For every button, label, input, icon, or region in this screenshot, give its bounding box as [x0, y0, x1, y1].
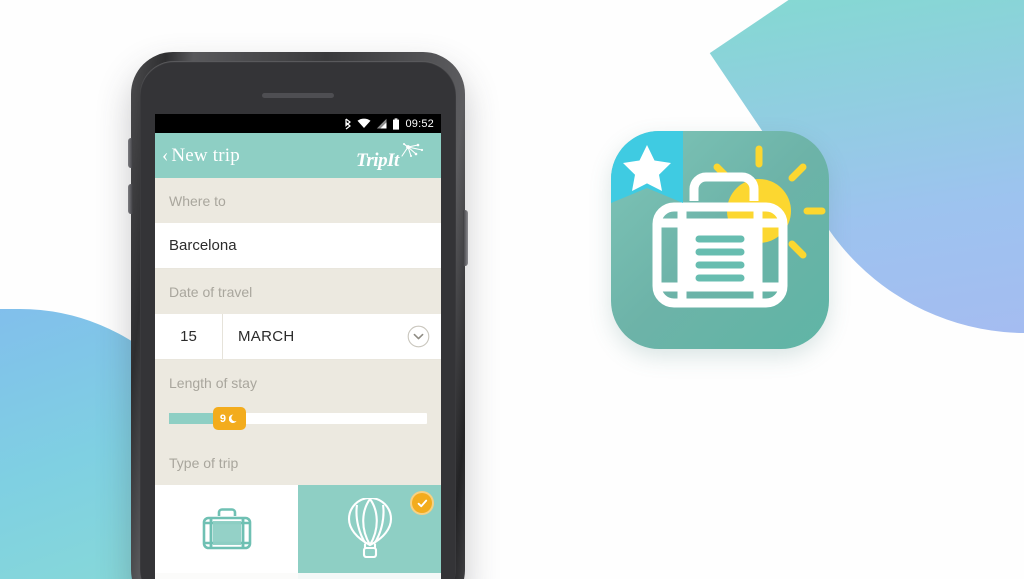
power-button[interactable]	[463, 210, 468, 266]
date-of-travel-row: 15 MARCH	[155, 314, 441, 360]
type-of-trip-captions: Business Leisure	[155, 573, 441, 579]
travel-app-icon[interactable]	[611, 131, 829, 349]
cellular-signal-icon	[377, 118, 387, 129]
bluetooth-icon	[345, 118, 352, 129]
slider-track[interactable]: 9	[169, 407, 427, 430]
trip-type-caption-business: Business	[155, 573, 298, 579]
length-of-stay-slider[interactable]: 9	[155, 405, 441, 440]
where-to-input[interactable]: Barcelona	[155, 223, 441, 269]
hot-air-balloon-icon	[347, 498, 392, 559]
slider-value: 9	[219, 412, 226, 425]
selected-badge	[410, 491, 434, 515]
phone-screen: 09:52 ‹ New trip TripIt Where to Barcelo…	[155, 114, 441, 579]
page-title: New trip	[171, 144, 240, 166]
status-bar-clock: 09:52	[405, 117, 434, 130]
slider-thumb[interactable]: 9	[212, 407, 246, 430]
volume-up-button[interactable]	[128, 138, 133, 168]
type-of-trip-options	[155, 485, 441, 573]
trip-type-caption-leisure: Leisure	[298, 573, 441, 579]
where-to-label: Where to	[155, 178, 441, 223]
date-month-select[interactable]: MARCH	[223, 314, 395, 359]
trip-type-option-leisure[interactable]	[298, 485, 441, 573]
type-of-trip-label: Type of trip	[155, 440, 441, 485]
length-of-stay-label: Length of stay	[155, 360, 441, 405]
wifi-icon	[357, 118, 371, 128]
moon-icon	[228, 414, 237, 423]
screenshot-canvas: 09:52 ‹ New trip TripIt Where to Barcelo…	[0, 0, 1024, 579]
app-bar: ‹ New trip TripIt	[155, 133, 441, 178]
trip-type-option-business[interactable]	[155, 485, 298, 573]
star-ribbon	[611, 131, 683, 203]
tripit-logo-text: TripIt	[356, 150, 399, 171]
earpiece-speaker	[262, 93, 334, 98]
back-button[interactable]: ‹	[162, 146, 168, 165]
status-bar: 09:52	[155, 114, 441, 133]
tripit-logo: TripIt	[356, 142, 430, 172]
volume-down-button[interactable]	[128, 184, 133, 214]
date-day-input[interactable]: 15	[155, 314, 223, 359]
date-month-dropdown-button[interactable]	[395, 314, 441, 359]
date-of-travel-label: Date of travel	[155, 269, 441, 314]
briefcase-icon	[202, 508, 251, 550]
check-icon	[417, 499, 427, 507]
chevron-down-icon	[407, 325, 429, 348]
phone-mockup: 09:52 ‹ New trip TripIt Where to Barcelo…	[128, 52, 468, 579]
battery-icon	[393, 117, 400, 130]
